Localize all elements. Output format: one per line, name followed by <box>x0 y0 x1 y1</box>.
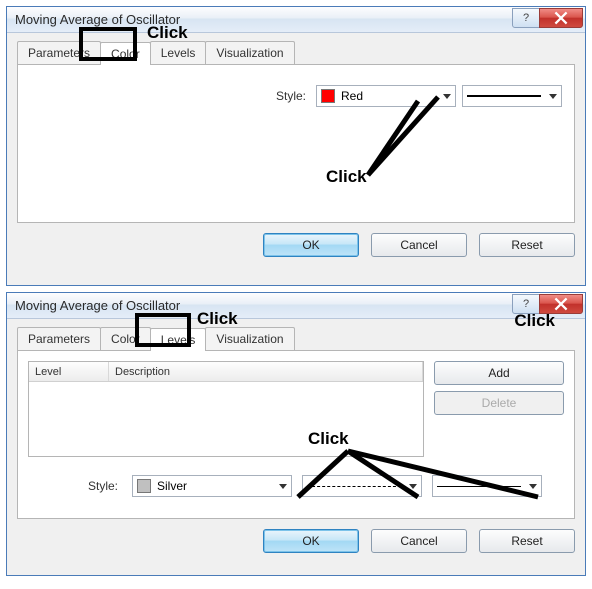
annotation-click-combo: Click <box>326 167 367 187</box>
chevron-down-icon <box>443 94 451 99</box>
close-button[interactable] <box>539 8 583 28</box>
help-icon: ? <box>523 12 529 24</box>
title-text: Moving Average of Oscillator <box>15 298 180 313</box>
color-combo[interactable]: Red <box>316 85 456 107</box>
line-style-combo[interactable] <box>462 85 562 107</box>
help-button[interactable]: ? <box>512 8 540 28</box>
dialog-color: Moving Average of Oscillator ? Parameter… <box>6 6 586 286</box>
line-width-combo[interactable] <box>432 475 542 497</box>
tab-colors[interactable]: Color <box>100 327 151 350</box>
tab-levels[interactable]: Levels <box>150 41 207 64</box>
title-text: Moving Average of Oscillator <box>15 12 180 27</box>
reset-button[interactable]: Reset <box>479 233 575 257</box>
line-dash-combo[interactable] <box>302 475 422 497</box>
titlebar: Moving Average of Oscillator ? <box>7 7 585 33</box>
tab-visualization[interactable]: Visualization <box>205 41 294 64</box>
dialog-levels: Moving Average of Oscillator ? Parameter… <box>6 292 586 576</box>
col-level[interactable]: Level <box>29 362 109 381</box>
help-button[interactable]: ? <box>512 294 540 314</box>
col-description[interactable]: Description <box>109 362 423 381</box>
line-thin-icon <box>437 486 521 487</box>
list-header: Level Description <box>29 362 423 382</box>
chevron-down-icon <box>549 94 557 99</box>
tab-bar: Parameters Color Levels Visualization <box>17 327 575 351</box>
cancel-button[interactable]: Cancel <box>371 529 467 553</box>
reset-button[interactable]: Reset <box>479 529 575 553</box>
tab-panel-color: Style: Red Click <box>17 65 575 223</box>
close-icon <box>554 297 568 311</box>
levels-list[interactable]: Level Description <box>28 361 424 457</box>
chevron-down-icon <box>279 484 287 489</box>
tab-panel-levels: Level Description Add Delete Style: Silv… <box>17 351 575 519</box>
style-label: Style: <box>276 89 306 103</box>
line-sample-icon <box>467 95 541 97</box>
tab-parameters[interactable]: Parameters <box>17 327 101 350</box>
color-swatch-icon <box>137 479 151 493</box>
tab-levels[interactable]: Levels <box>150 328 207 351</box>
cancel-button[interactable]: Cancel <box>371 233 467 257</box>
chevron-down-icon <box>529 484 537 489</box>
style-label: Style: <box>88 479 118 493</box>
close-button[interactable] <box>539 294 583 314</box>
color-combo[interactable]: Silver <box>132 475 292 497</box>
chevron-down-icon <box>409 484 417 489</box>
ok-button[interactable]: OK <box>263 529 359 553</box>
button-row: OK Cancel Reset <box>17 529 575 553</box>
color-name: Silver <box>157 479 187 493</box>
close-icon <box>554 11 568 25</box>
tab-bar: Parameters Color Levels Visualization <box>17 41 575 65</box>
ok-button[interactable]: OK <box>263 233 359 257</box>
color-swatch-icon <box>321 89 335 103</box>
add-button[interactable]: Add <box>434 361 564 385</box>
tab-parameters[interactable]: Parameters <box>17 41 101 64</box>
button-row: OK Cancel Reset <box>17 233 575 257</box>
titlebar: Moving Average of Oscillator ? <box>7 293 585 319</box>
delete-button: Delete <box>434 391 564 415</box>
help-icon: ? <box>523 298 529 310</box>
tab-colors[interactable]: Color <box>100 42 151 65</box>
color-name: Red <box>341 89 363 103</box>
tab-visualization[interactable]: Visualization <box>205 327 294 350</box>
line-dashed-icon <box>307 486 401 487</box>
